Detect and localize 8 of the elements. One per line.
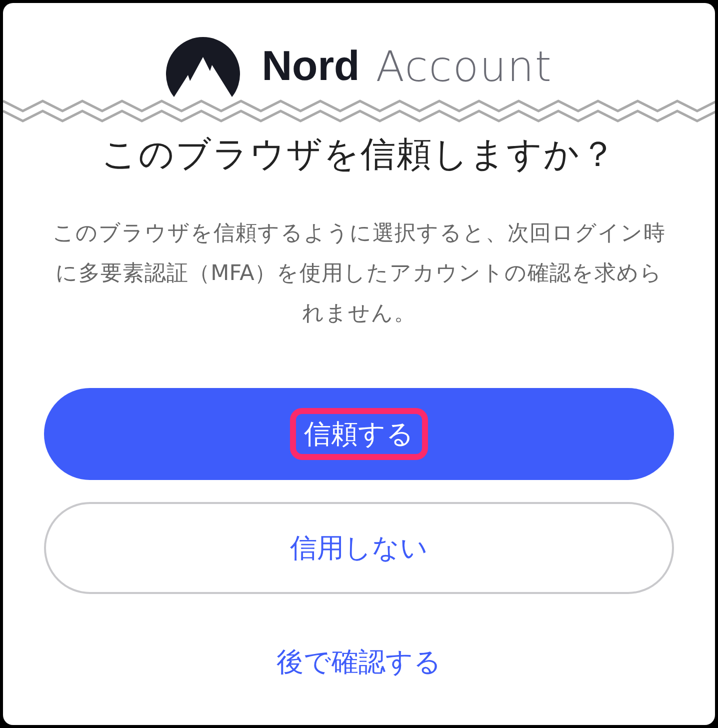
trust-button[interactable]: 信頼する [44,388,674,480]
dialog-title: このブラウザを信頼しますか？ [100,134,618,177]
later-link[interactable]: 後で確認する [266,638,452,686]
brand-name: Nord [262,42,360,90]
product-name: Account [376,42,552,90]
dont-trust-button[interactable]: 信用しない [44,502,674,594]
description-text: このブラウザを信頼するように選択すると、次回ログイン時に多要素認証（MFA）を使用したアカウントの確認を求められません。 [52,220,666,328]
mountain-logo-icon [166,35,240,97]
